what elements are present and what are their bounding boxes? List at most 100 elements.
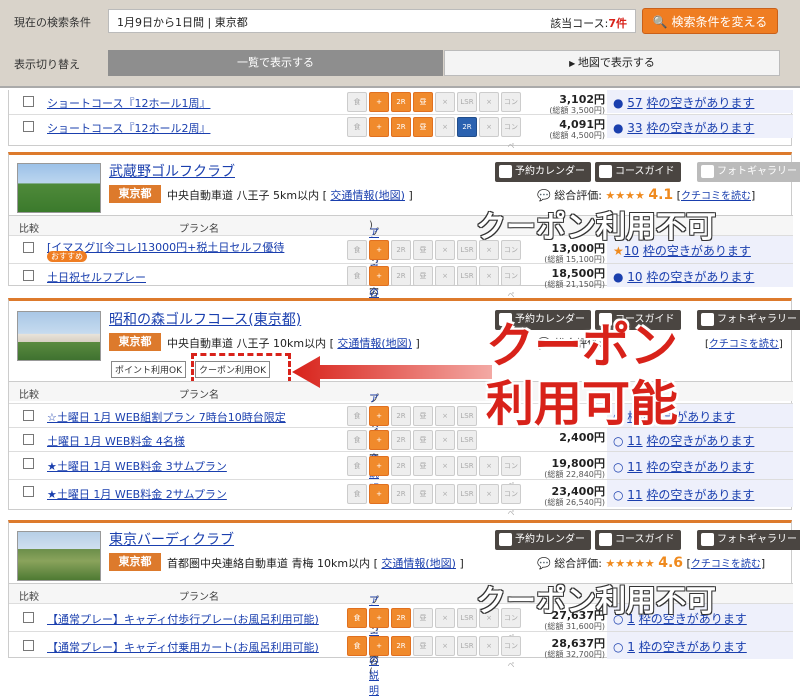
lunch-icon: 昼 (413, 608, 433, 628)
plan-link[interactable]: ☆土曜日 1月 WEB組割プラン 7時台10時台限定 (47, 409, 286, 425)
col-plan: プラン名 (179, 390, 219, 401)
plan-price: 23,400円 (総額 26,540円) (539, 483, 605, 508)
photo-gallery-button[interactable]: フォトギャラリー (697, 162, 800, 182)
change-search-button[interactable]: 🔍 検索条件を変える (642, 8, 778, 34)
compare-checkbox[interactable] (23, 434, 34, 445)
availability-link[interactable]: ○ 1 枠の空きがあります (607, 632, 793, 659)
comment-icon: 💬 (537, 557, 555, 570)
course-photo[interactable] (17, 311, 101, 361)
course-photo[interactable] (17, 531, 101, 581)
course-guide-button[interactable]: コースガイド (595, 162, 681, 182)
plan-link[interactable]: 【通常プレー】キャディ付乗用カート(お風呂利用可能) (47, 639, 319, 655)
meal-icon: 食 (347, 117, 367, 137)
reviews-wrapper: [クチコミを読む] (705, 339, 783, 350)
map-view-button[interactable]: ▶ 地図で表示する (444, 50, 780, 76)
cart-icon: 2R (391, 484, 411, 504)
point-ok-tag: ポイント利用OK (111, 361, 186, 378)
result-count: 該当コース:7件 (550, 15, 627, 31)
compare-checkbox[interactable] (23, 640, 34, 651)
plan-link[interactable]: 土曜日 1月 WEB料金 4名様 (47, 433, 185, 449)
rating-label: 総合評価: (554, 557, 602, 570)
rating-label: 総合評価: (554, 189, 602, 202)
availability-link[interactable]: ● 10 枠の空きがあります (607, 264, 793, 287)
lsr-icon: LSR (457, 430, 477, 450)
compare-checkbox[interactable] (23, 96, 34, 107)
photo-gallery-button[interactable]: フォトギャラリー (697, 310, 800, 330)
availability-link[interactable]: ○ 11 枠の空きがあります (607, 452, 793, 479)
compare-checkbox[interactable] (23, 270, 34, 281)
plan-icons: 食+2R昼×LSR×コンペ (347, 456, 521, 489)
table-row: ★土曜日 1月 WEB料金 3サムプラン 食+2R昼×LSR×コンペ 19,80… (9, 451, 793, 489)
conpe-icon: コンペ (501, 117, 521, 150)
conpe-icon: コンペ (501, 636, 521, 669)
course-name-link[interactable]: 武蔵野ゴルフクラブ (109, 161, 235, 181)
compare-checkbox[interactable] (23, 242, 34, 253)
course-name-link[interactable]: 東京バーディクラブ (109, 529, 234, 549)
meal-icon: 食 (347, 406, 367, 426)
plus-icon: + (369, 406, 389, 426)
flag-icon (599, 165, 612, 178)
plan-icons: 食 +2R 昼 × LSR (347, 430, 477, 450)
no-icon: × (479, 117, 499, 137)
x-icon: × (435, 266, 455, 286)
availability-link[interactable]: ● 33 枠の空きがあります (607, 115, 793, 138)
plus-icon: + (369, 636, 389, 656)
col-content: プラン内容(アイコンの説明) (369, 220, 379, 329)
plan-link[interactable]: ★土曜日 1月 WEB料金 2サムプラン (47, 486, 227, 502)
availability-count: 11 (627, 434, 643, 448)
plan-link[interactable]: 【通常プレー】キャディ付歩行プレー(お風呂利用可能) (47, 611, 319, 627)
cart-icon: 2R (391, 92, 411, 112)
compare-checkbox[interactable] (23, 410, 34, 421)
compare-checkbox[interactable] (23, 612, 34, 623)
conpe-icon: コンペ (501, 266, 521, 299)
calendar-label: 予約カレンダー (515, 166, 585, 177)
meal-icon: 食 (347, 456, 367, 476)
search-condition-box: 1月9日から1日間 | 東京都 該当コース:7件 (108, 9, 636, 33)
table-row: ★土曜日 1月 WEB料金 2サムプラン 食 +2R 昼 × LSR × コンペ 23,40… (9, 479, 793, 517)
list-view-button[interactable]: 一覧で表示する (108, 50, 443, 76)
course-name-link[interactable]: 昭和の森ゴルフコース(東京都) (109, 309, 301, 329)
reviews-link[interactable]: クチコミを読む (709, 339, 779, 350)
photo-label: フォトギャラリー (717, 314, 797, 325)
compare-checkbox[interactable] (23, 121, 34, 132)
rating-stars: ★★★★ (605, 189, 645, 202)
availability-link[interactable]: ○ 11 枠の空きがあります (607, 480, 793, 507)
result-count-label: 該当コース: (550, 17, 609, 30)
price-value: 2,400円 (559, 431, 605, 444)
x-icon: × (435, 117, 455, 137)
traffic-link[interactable]: 交通情報(地図) (381, 557, 456, 570)
reservation-calendar-button[interactable]: 予約カレンダー (495, 162, 591, 182)
plan-link[interactable]: ショートコース『12ホール1周』 (47, 95, 210, 111)
x-icon: × (435, 430, 455, 450)
search-condition-text: 1月9日から1日間 | 東京都 (117, 16, 248, 29)
compare-checkbox[interactable] (23, 458, 34, 469)
meal-icon: 食 (347, 266, 367, 286)
compare-checkbox[interactable] (23, 486, 34, 497)
availability-link[interactable]: ● 57 枠の空きがあります (607, 90, 793, 113)
reviews-link[interactable]: クチコミを読む (681, 191, 751, 202)
area-badge: 東京都 (109, 553, 161, 571)
traffic-link[interactable]: 交通情報(地図) (337, 337, 412, 350)
reviews-link[interactable]: クチコミを読む (691, 559, 761, 570)
plan-link[interactable]: 土日祝セルフプレー (47, 269, 146, 285)
photo-label: フォトギャラリー (717, 166, 797, 177)
annotation-arrow-icon (292, 356, 492, 388)
x-icon: × (435, 456, 455, 476)
availability-text: 枠の空きがあります (646, 434, 755, 448)
guide-label: コースガイド (615, 534, 675, 545)
lsr-icon: LSR (457, 406, 477, 426)
availability-count: 10 (627, 270, 643, 284)
plan-link[interactable]: ★土曜日 1月 WEB料金 3サムプラン (47, 458, 227, 474)
lunch-icon: 昼 (413, 484, 433, 504)
course-guide-button[interactable]: コースガイド (595, 530, 681, 550)
plan-link[interactable]: ショートコース『12ホール2周』 (47, 120, 210, 136)
photo-gallery-button[interactable]: フォトギャラリー (697, 530, 800, 550)
traffic-link[interactable]: 交通情報(地図) (330, 189, 405, 202)
conpe-icon: コンペ (501, 484, 521, 517)
lunch-icon: 昼 (413, 266, 433, 286)
plus-icon: + (369, 484, 389, 504)
course-photo[interactable] (17, 163, 101, 213)
access-text: 中央自動車道 八王子 10km以内 (167, 337, 327, 350)
reservation-calendar-button[interactable]: 予約カレンダー (495, 530, 591, 550)
x-icon: × (435, 406, 455, 426)
